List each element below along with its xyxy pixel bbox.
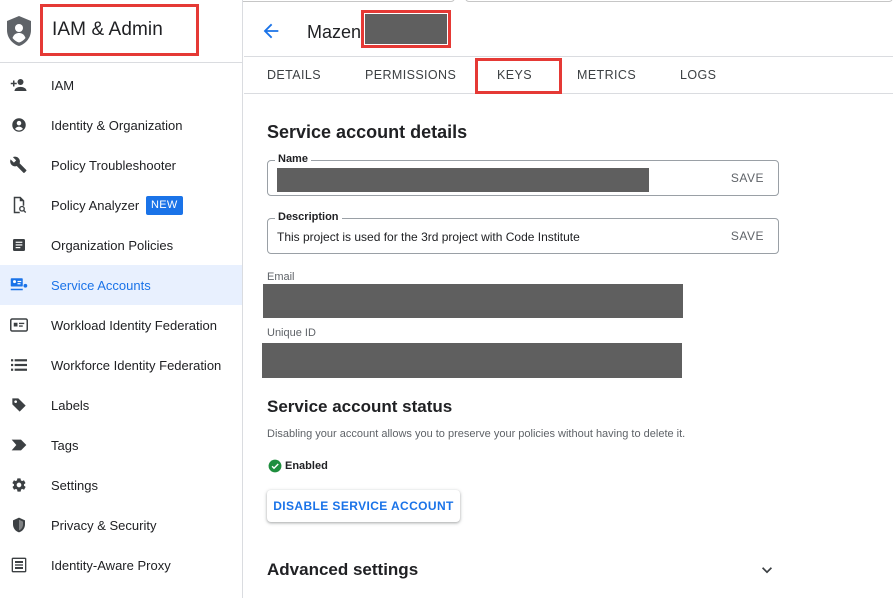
section-title-details: Service account details — [267, 122, 468, 142]
email-label: Email — [267, 271, 295, 283]
article-icon — [9, 235, 29, 255]
sidebar-item-policy-analyzer[interactable]: Policy Analyzer NEW — [0, 185, 242, 225]
tab-details[interactable]: DETAILS — [267, 57, 321, 93]
sidebar-item-settings[interactable]: Settings — [0, 465, 242, 505]
redacted-name-value — [277, 168, 649, 192]
sidebar-nav: IAM Identity & Organization Policy Troub… — [0, 65, 242, 585]
sidebar-item-label: Tags — [51, 437, 79, 453]
sidebar-item-label: Organization Policies — [51, 237, 174, 253]
tab-metrics[interactable]: METRICS — [577, 57, 636, 93]
sidebar: IAM & Admin IAM Identity & Organization … — [0, 0, 243, 598]
name-save-button[interactable]: SAVE — [731, 171, 764, 185]
service-account-icon — [9, 275, 29, 295]
sidebar-item-label: Identity & Organization — [51, 117, 183, 133]
status-indicator: Enabled — [268, 459, 328, 473]
sidebar-item-policy-troubleshooter[interactable]: Policy Troubleshooter — [0, 145, 242, 185]
sidebar-item-label: Policy Analyzer — [51, 197, 140, 213]
sidebar-item-label: Service Accounts — [51, 277, 151, 293]
service-account-title: Mazen- — [307, 22, 368, 42]
iam-shield-logo-icon — [7, 16, 31, 46]
shield-icon — [9, 515, 29, 535]
back-arrow-icon[interactable] — [260, 20, 282, 42]
id-card-icon — [9, 315, 29, 335]
tab-logs[interactable]: LOGS — [680, 57, 716, 93]
check-circle-icon — [268, 459, 282, 473]
sidebar-item-label: Labels — [51, 397, 90, 413]
proxy-icon — [9, 555, 29, 575]
person-add-icon — [9, 75, 29, 95]
sidebar-item-privacy-security[interactable]: Privacy & Security — [0, 505, 242, 545]
name-field[interactable]: Name SAVE — [267, 153, 779, 196]
tab-keys-highlight — [475, 58, 562, 94]
section-title-status: Service account status — [267, 397, 453, 416]
redacted-email-value — [263, 284, 683, 318]
list-icon — [9, 355, 29, 375]
page-header: Mazen- — [244, 0, 893, 57]
sidebar-item-organization-policies[interactable]: Organization Policies — [0, 225, 242, 265]
sidebar-item-iam[interactable]: IAM — [0, 65, 242, 105]
sidebar-header: IAM & Admin — [0, 0, 243, 63]
sidebar-item-identity-organization[interactable]: Identity & Organization — [0, 105, 242, 145]
sidebar-item-workforce-identity-federation[interactable]: Workforce Identity Federation — [0, 345, 242, 385]
tag-icon — [9, 435, 29, 455]
redacted-account-name — [361, 10, 451, 48]
account-circle-icon — [9, 115, 29, 135]
new-badge: NEW — [146, 196, 183, 215]
sidebar-item-label: IAM — [51, 77, 75, 93]
name-field-label: Name — [275, 153, 311, 165]
status-enabled-text: Enabled — [285, 460, 328, 472]
sidebar-item-identity-aware-proxy[interactable]: Identity-Aware Proxy — [0, 545, 242, 585]
sidebar-item-service-accounts[interactable]: Service Accounts — [0, 265, 242, 305]
sidebar-item-label: Workload Identity Federation — [51, 317, 217, 333]
gear-icon — [9, 475, 29, 495]
unique-id-label: Unique ID — [267, 327, 316, 339]
description-save-button[interactable]: SAVE — [731, 229, 764, 243]
sidebar-item-workload-identity-federation[interactable]: Workload Identity Federation — [0, 305, 242, 345]
label-icon — [9, 395, 29, 415]
app-title: IAM & Admin — [52, 19, 163, 40]
sidebar-item-label: Workforce Identity Federation — [51, 357, 222, 373]
redacted-unique-id-value — [262, 343, 682, 378]
tab-bar: DETAILS PERMISSIONS KEYS METRICS LOGS — [244, 57, 893, 94]
sidebar-item-label: Privacy & Security — [51, 517, 157, 533]
sidebar-item-label: Identity-Aware Proxy — [51, 557, 171, 573]
app-title-highlight: IAM & Admin — [40, 4, 199, 56]
document-search-icon — [9, 195, 29, 215]
status-description: Disabling your account allows you to pre… — [267, 428, 686, 440]
chevron-down-icon[interactable] — [757, 560, 777, 580]
description-value: This project is used for the 3rd project… — [277, 230, 580, 244]
wrench-icon — [9, 155, 29, 175]
disable-service-account-button[interactable]: DISABLE SERVICE ACCOUNT — [267, 490, 460, 522]
sidebar-item-labels[interactable]: Labels — [0, 385, 242, 425]
sidebar-item-label: Settings — [51, 477, 98, 493]
tab-permissions[interactable]: PERMISSIONS — [365, 57, 456, 93]
sidebar-item-tags[interactable]: Tags — [0, 425, 242, 465]
section-title-advanced[interactable]: Advanced settings — [267, 560, 418, 580]
sidebar-item-label: Policy Troubleshooter — [51, 157, 177, 173]
description-field-label: Description — [275, 211, 342, 223]
description-field[interactable]: Description This project is used for the… — [267, 211, 779, 254]
